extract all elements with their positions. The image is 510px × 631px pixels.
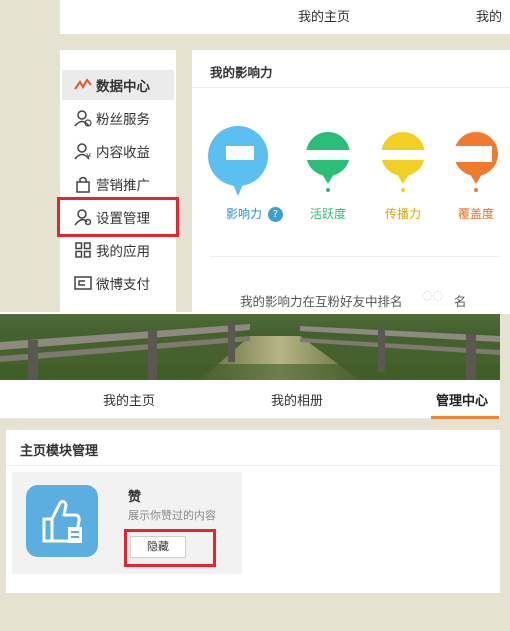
tab-home[interactable]: 我的主页 bbox=[298, 6, 350, 25]
divider bbox=[6, 465, 500, 466]
sidebar-item-apps[interactable]: 我的应用 bbox=[62, 235, 174, 265]
top-header: 我的主页 我的 bbox=[60, 0, 510, 34]
active-tab-indicator bbox=[431, 416, 499, 419]
metric-influence[interactable]: 影响力 ? bbox=[198, 120, 283, 240]
divider bbox=[210, 256, 500, 257]
metric-label: 影响力 bbox=[226, 207, 263, 221]
income-icon: ¥ bbox=[74, 142, 92, 160]
metric-activity[interactable]: 活跃度 bbox=[288, 120, 368, 240]
influence-bubble-icon bbox=[208, 126, 268, 196]
spread-bubble-icon bbox=[379, 132, 427, 192]
divider bbox=[192, 87, 510, 88]
help-icon[interactable]: ? bbox=[267, 207, 283, 222]
rank-number-placeholder: ◌◌ bbox=[422, 288, 443, 302]
module-name: 赞 bbox=[128, 490, 142, 505]
trend-icon bbox=[74, 76, 92, 94]
sidebar-item-label: 设置管理 bbox=[96, 211, 150, 227]
tab-my-truncated[interactable]: 我的 bbox=[476, 6, 502, 25]
profile-nav: 我的主页 我的相册 管理中心 bbox=[0, 380, 500, 419]
sidebar-item-fans[interactable]: 粉丝服务 bbox=[62, 103, 174, 133]
metric-label: 传播力 bbox=[384, 207, 421, 221]
metric-label: 覆盖度 bbox=[457, 207, 494, 221]
coverage-bubble-icon bbox=[452, 132, 498, 192]
tab-manage-center[interactable]: 管理中心 bbox=[436, 390, 488, 409]
sidebar-item-label: 数据中心 bbox=[96, 79, 150, 95]
panel-title: 我的影响力 bbox=[210, 65, 273, 80]
cover-banner-image bbox=[0, 314, 500, 380]
module-item-like: 赞 展示你赞过的内容 隐藏 bbox=[12, 472, 242, 574]
sidebar: 数据中心 粉丝服务 ¥ 内容收益 营销推广 设置管理 我的应用 微博支付 bbox=[57, 50, 179, 312]
sidebar-item-label: 我的应用 bbox=[96, 244, 150, 260]
card-title: 主页模块管理 bbox=[20, 444, 99, 459]
sidebar-item-data-center[interactable]: 数据中心 bbox=[62, 70, 174, 100]
activity-bubble-icon bbox=[304, 132, 352, 192]
rank-suffix: 名 bbox=[454, 294, 467, 309]
metric-label: 活跃度 bbox=[309, 207, 346, 221]
sidebar-item-label: 内容收益 bbox=[96, 145, 150, 161]
metric-spread[interactable]: 传播力 bbox=[363, 120, 443, 240]
sidebar-item-marketing[interactable]: 营销推广 bbox=[62, 169, 174, 199]
weibo-settings-screenshot: 我的主页 我的 数据中心 粉丝服务 ¥ 内容收益 营销推广 设置管理 我的应用 … bbox=[0, 0, 510, 312]
bag-icon bbox=[74, 175, 92, 193]
rank-text: 我的影响力在互粉好友中排名 bbox=[240, 294, 403, 309]
payment-icon bbox=[74, 274, 92, 292]
user-settings-icon bbox=[74, 208, 92, 226]
sidebar-item-label: 营销推广 bbox=[96, 178, 150, 194]
influence-panel: 我的影响力 影响力 ? 活跃度 传播力 覆盖度 我的影响力在互粉好友中排名 ◌◌… bbox=[192, 50, 510, 312]
metric-coverage[interactable]: 覆盖度 bbox=[436, 120, 510, 240]
sidebar-item-payment[interactable]: 微博支付 bbox=[62, 268, 174, 298]
tab-album[interactable]: 我的相册 bbox=[271, 390, 323, 409]
module-management-card: 主页模块管理 赞 展示你赞过的内容 隐藏 bbox=[6, 430, 500, 593]
fans-icon bbox=[74, 109, 92, 127]
hide-button[interactable]: 隐藏 bbox=[130, 536, 186, 558]
sidebar-item-income[interactable]: ¥ 内容收益 bbox=[62, 136, 174, 166]
sidebar-item-settings[interactable]: 设置管理 bbox=[57, 197, 179, 237]
weibo-manage-screenshot: 我的主页 我的相册 管理中心 主页模块管理 赞 展示你赞过的内容 隐藏 bbox=[0, 314, 510, 631]
apps-icon bbox=[74, 241, 92, 259]
tab-home[interactable]: 我的主页 bbox=[103, 390, 155, 409]
sidebar-item-label: 微博支付 bbox=[96, 277, 150, 293]
sidebar-item-label: 粉丝服务 bbox=[96, 112, 150, 128]
module-description: 展示你赞过的内容 bbox=[128, 509, 216, 522]
thumbs-up-icon bbox=[26, 485, 98, 557]
svg-text:¥: ¥ bbox=[86, 152, 91, 160]
